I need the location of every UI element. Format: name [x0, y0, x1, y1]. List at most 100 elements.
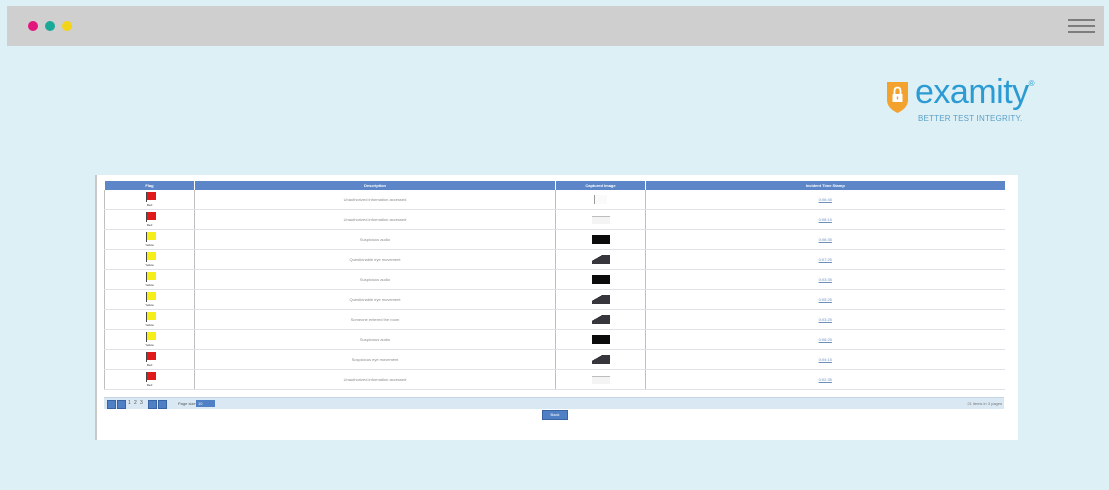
flag-cell: Yellow: [104, 229, 195, 250]
lock-shield-icon: [887, 82, 908, 113]
timestamp-link[interactable]: 0:06:25: [819, 337, 832, 342]
page-link-1[interactable]: 1: [128, 400, 131, 406]
flag-cloth: [146, 291, 156, 300]
captured-image-cell: [555, 209, 646, 230]
timestamp-cell: 0:08:15: [645, 209, 1005, 230]
flag-icon: Yellow: [143, 291, 157, 308]
table-row[interactable]: Yellow Suspicious audio 0:03:35: [104, 269, 1005, 290]
timestamp-link[interactable]: 0:03:35: [819, 277, 832, 282]
captured-image-cell: [555, 349, 646, 370]
table-pager: 1 2 3 Page size: 10 21 items in 3 pages: [104, 397, 1004, 409]
captured-image-thumbnail[interactable]: [591, 375, 610, 384]
timestamp-link[interactable]: 0:06:45: [819, 197, 832, 202]
captured-image-thumbnail[interactable]: [591, 235, 610, 244]
flag-cell: Red: [104, 190, 195, 210]
timestamp-link[interactable]: 0:07:25: [819, 257, 832, 262]
table-row[interactable]: Yellow Someone entered the room 0:03:25: [104, 309, 1005, 330]
examity-logo: examity® BETTER TEST INTEGRITY.: [880, 73, 1060, 123]
description-cell: Suspicious audio: [194, 229, 556, 250]
description-cell: Suspicious audio: [194, 329, 556, 350]
column-header-flag[interactable]: Flag: [104, 181, 195, 190]
timestamp-link[interactable]: 0:05:25: [819, 297, 832, 302]
captured-image-thumbnail[interactable]: [591, 215, 610, 224]
timestamp-link[interactable]: 0:02:35: [819, 377, 832, 382]
captured-image-thumbnail[interactable]: [591, 295, 610, 304]
table-row[interactable]: Red Suspicious eye movement 0:04:15: [104, 349, 1005, 370]
table-row[interactable]: Yellow Questionable eye movement 0:07:25: [104, 249, 1005, 270]
brand-tagline: BETTER TEST INTEGRITY.: [918, 114, 1023, 123]
column-header-description[interactable]: Description: [194, 181, 556, 190]
captured-image-cell: [555, 369, 646, 390]
timestamp-cell: 0:03:35: [645, 269, 1005, 290]
page-link-2[interactable]: 2: [134, 400, 137, 406]
flag-cell: Red: [104, 369, 195, 390]
flag-cell: Yellow: [104, 309, 195, 330]
flag-cell: Red: [104, 349, 195, 370]
captured-image-cell: [555, 329, 646, 350]
hamburger-menu-icon[interactable]: [1068, 19, 1095, 33]
timestamp-link[interactable]: 0:06:35: [819, 237, 832, 242]
description-cell: Suspicious eye movement: [194, 349, 556, 370]
flag-icon: Yellow: [143, 311, 157, 328]
timestamp-link[interactable]: 0:03:25: [819, 317, 832, 322]
captured-image-thumbnail[interactable]: [591, 255, 610, 264]
description-cell: Someone entered the room: [194, 309, 556, 330]
flag-cell: Yellow: [104, 289, 195, 310]
description-cell: Unauthorized information accessed: [194, 369, 556, 390]
captured-image-thumbnail[interactable]: [594, 195, 607, 204]
prev-page-icon[interactable]: [117, 400, 126, 409]
page-size-label: Page size:: [178, 401, 197, 406]
timestamp-link[interactable]: 0:04:15: [819, 357, 832, 362]
captured-image-thumbnail[interactable]: [591, 355, 610, 364]
captured-image-cell: [555, 309, 646, 330]
flag-cell: Red: [104, 209, 195, 230]
captured-image-thumbnail[interactable]: [591, 275, 610, 284]
page-link-3[interactable]: 3: [140, 400, 143, 406]
incident-table: Flag Description Captured Image Incident…: [104, 181, 1005, 390]
next-page-icon[interactable]: [148, 400, 157, 409]
table-row[interactable]: Yellow Questionable eye movement 0:05:25: [104, 289, 1005, 310]
flag-label: Yellow: [145, 322, 154, 327]
timestamp-link[interactable]: 0:08:15: [819, 217, 832, 222]
captured-image-cell: [555, 289, 646, 310]
flag-label: Red: [146, 382, 153, 387]
flag-cloth: [146, 371, 156, 380]
timestamp-cell: 0:04:15: [645, 349, 1005, 370]
flag-icon: Red: [143, 211, 157, 228]
timestamp-cell: 0:02:35: [645, 369, 1005, 390]
table-row[interactable]: Yellow Suspicious audio 0:06:35: [104, 229, 1005, 250]
captured-image-cell: [555, 229, 646, 250]
flag-label: Red: [146, 202, 153, 207]
flag-icon: Red: [143, 191, 157, 208]
flag-icon: Yellow: [143, 231, 157, 248]
flag-cloth: [146, 251, 156, 260]
pager-summary: 21 items in 3 pages: [967, 401, 1002, 406]
back-button[interactable]: Back: [542, 410, 568, 420]
flag-label: Yellow: [145, 242, 154, 247]
column-header-captured-image[interactable]: Captured Image: [555, 181, 646, 190]
flag-icon: Yellow: [143, 251, 157, 268]
timestamp-cell: 0:06:35: [645, 229, 1005, 250]
brand-text: examity: [915, 73, 1029, 111]
flag-icon: Yellow: [143, 331, 157, 348]
table-row[interactable]: Red Unauthorized information accessed 0:06…: [104, 190, 1005, 210]
timestamp-cell: 0:07:25: [645, 249, 1005, 270]
first-page-icon[interactable]: [107, 400, 116, 409]
window-maximize-dot[interactable]: [62, 21, 72, 31]
window-topbar: [7, 6, 1104, 46]
page-size-select[interactable]: 10: [196, 400, 215, 407]
flag-cloth: [146, 271, 156, 280]
table-row[interactable]: Red Unauthorized information accessed 0:08…: [104, 209, 1005, 230]
last-page-icon[interactable]: [158, 400, 167, 409]
flag-label: Red: [146, 362, 153, 367]
window-minimize-dot[interactable]: [45, 21, 55, 31]
captured-image-cell: [555, 249, 646, 270]
table-row[interactable]: Yellow Suspicious audio 0:06:25: [104, 329, 1005, 350]
table-row[interactable]: Red Unauthorized information accessed 0:02…: [104, 369, 1005, 390]
captured-image-thumbnail[interactable]: [591, 315, 610, 324]
column-header-timestamp[interactable]: Incident Time Stamp: [645, 181, 1005, 190]
flag-cloth: [146, 311, 156, 320]
flag-cloth: [146, 231, 156, 240]
captured-image-thumbnail[interactable]: [591, 335, 610, 344]
window-close-dot[interactable]: [28, 21, 38, 31]
